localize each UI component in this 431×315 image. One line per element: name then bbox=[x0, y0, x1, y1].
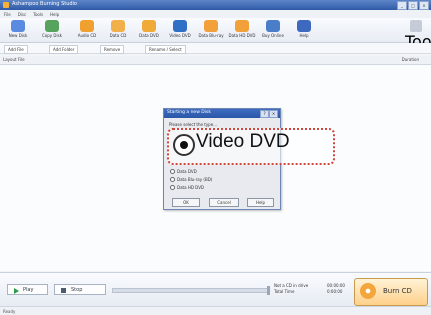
data-cd-icon bbox=[111, 20, 125, 32]
dialog-prompt: Please select the type... bbox=[169, 122, 217, 127]
column-duration[interactable]: Duration bbox=[402, 57, 419, 62]
add-folder-button[interactable]: Add Folder bbox=[49, 45, 79, 54]
play-label: Play bbox=[23, 287, 34, 293]
column-layout-file[interactable]: Layout File bbox=[3, 57, 25, 62]
toolbox-icon bbox=[410, 20, 422, 32]
slider-thumb[interactable] bbox=[267, 286, 270, 295]
tool-data-bluray-label: Data Blu-ray bbox=[198, 33, 224, 38]
total-time-label: Total Time bbox=[274, 289, 295, 294]
tool-new-disk-label: New Disk bbox=[8, 33, 28, 38]
menu-disc[interactable]: Disc bbox=[18, 12, 26, 17]
tool-help-label: Help bbox=[299, 33, 309, 38]
window-controls: _ □ × bbox=[397, 1, 429, 10]
data-dvd-icon bbox=[142, 20, 156, 32]
dialog-close-button[interactable]: × bbox=[269, 110, 278, 118]
menu-file[interactable]: File bbox=[4, 12, 11, 17]
stop-button[interactable]: Stop bbox=[54, 284, 106, 295]
menu-help[interactable]: Help bbox=[50, 12, 59, 17]
data-hd-dvd-icon bbox=[235, 20, 249, 32]
tool-video-dvd[interactable]: Video DVD bbox=[166, 20, 194, 42]
tool-buy-online[interactable]: Buy Online bbox=[259, 20, 287, 42]
tool-data-bluray[interactable]: Data Blu-ray bbox=[197, 20, 225, 42]
tool-data-hd-dvd[interactable]: Data HD DVD bbox=[228, 20, 256, 42]
add-file-button[interactable]: Add File bbox=[4, 45, 28, 54]
audio-cd-icon bbox=[80, 20, 94, 32]
menu-tools[interactable]: Tools bbox=[33, 12, 43, 17]
tool-copy-disk[interactable]: Copy Disk bbox=[38, 20, 66, 42]
dialog-ok-button[interactable]: OK bbox=[172, 198, 200, 207]
copy-disk-icon bbox=[45, 20, 59, 32]
burn-label: Burn CD bbox=[383, 287, 412, 295]
tool-audio-cd-label: Audio CD bbox=[77, 33, 97, 38]
playback-slider[interactable] bbox=[112, 286, 270, 295]
option-data-hd-dvd-label: Data HD DVD bbox=[177, 185, 205, 190]
dialog-help-button[interactable]: Help bbox=[247, 198, 274, 207]
total-time-value: 0:00:00 bbox=[327, 289, 343, 294]
tool-copy-disk-label: Copy Disk bbox=[41, 33, 62, 38]
minimize-button[interactable]: _ bbox=[397, 1, 407, 10]
status-text: Ready bbox=[3, 309, 16, 314]
titlebar: Ashampoo Burning Studio _ □ × bbox=[0, 0, 431, 10]
remove-button[interactable]: Remove bbox=[100, 45, 125, 54]
stop-label: Stop bbox=[71, 287, 83, 293]
play-icon bbox=[14, 288, 19, 294]
tool-new-disk[interactable]: New Disk bbox=[4, 20, 32, 42]
menubar: File Disc Tools Help bbox=[0, 10, 431, 18]
video-dvd-option-label: Video DVD bbox=[196, 131, 290, 152]
tool-data-dvd[interactable]: Data DVD bbox=[135, 20, 163, 42]
status-values: 00:00:00 0:00:00 bbox=[327, 283, 345, 295]
close-button[interactable]: × bbox=[419, 1, 429, 10]
stop-icon bbox=[61, 288, 66, 293]
radio-data-dvd[interactable] bbox=[170, 169, 175, 174]
dialog-help-icon[interactable]: ? bbox=[260, 110, 269, 118]
tool-data-hd-dvd-label: Data HD DVD bbox=[228, 33, 256, 38]
radio-selected-dot bbox=[180, 141, 188, 149]
app-window: Ashampoo Burning Studio _ □ × File Disc … bbox=[0, 0, 431, 315]
toolbar: New Disk Copy Disk Audio CD Data CD Data… bbox=[0, 18, 431, 51]
maximize-button[interactable]: □ bbox=[408, 1, 418, 10]
option-data-dvd-label: Data DVD bbox=[177, 169, 197, 174]
tool-buy-online-label: Buy Online bbox=[262, 33, 284, 38]
dialog-title: Starting a new Disk bbox=[167, 110, 211, 115]
play-button[interactable]: Play bbox=[7, 284, 48, 295]
option-data-dvd[interactable]: Data DVD bbox=[170, 169, 197, 174]
option-data-bluray[interactable]: Data Blu-ray (BD) bbox=[170, 177, 212, 182]
tool-audio-cd[interactable]: Audio CD bbox=[73, 20, 101, 42]
player-bar: Play Stop Not a CD in drive Total Time 0… bbox=[0, 272, 431, 307]
burn-icon bbox=[360, 283, 376, 299]
app-icon bbox=[3, 2, 9, 8]
tool-data-cd[interactable]: Data CD bbox=[104, 20, 132, 42]
window-title: Ashampoo Burning Studio bbox=[12, 1, 77, 7]
tool-data-cd-label: Data CD bbox=[109, 33, 127, 38]
toolbox-button[interactable]: Toolbox bbox=[405, 20, 431, 51]
rename-select-button[interactable]: Rename / Select bbox=[145, 45, 186, 54]
burn-cd-button[interactable]: Burn CD bbox=[354, 278, 428, 306]
column-header: Layout File Duration bbox=[0, 56, 431, 65]
radio-data-hd-dvd[interactable] bbox=[170, 185, 175, 190]
tool-data-dvd-label: Data DVD bbox=[139, 33, 159, 38]
status-labels: Not a CD in drive Total Time bbox=[274, 283, 308, 295]
edit-bar: Add File Add Folder Remove Rename / Sele… bbox=[0, 43, 431, 54]
bottom-statusbar: Ready bbox=[0, 306, 431, 315]
dialog-titlebar: Starting a new Disk ? × bbox=[164, 109, 280, 118]
video-dvd-radio[interactable] bbox=[173, 134, 195, 156]
buy-online-icon bbox=[266, 20, 280, 32]
option-data-hd-dvd[interactable]: Data HD DVD bbox=[170, 185, 204, 190]
tool-video-dvd-label: Video DVD bbox=[169, 33, 191, 38]
new-disk-icon bbox=[11, 20, 25, 32]
data-bluray-icon bbox=[204, 20, 218, 32]
help-icon bbox=[297, 20, 311, 32]
option-data-bluray-label: Data Blu-ray (BD) bbox=[177, 177, 213, 182]
video-dvd-icon bbox=[173, 20, 187, 32]
dialog-cancel-button[interactable]: Cancel bbox=[209, 198, 239, 207]
tool-help[interactable]: Help bbox=[290, 20, 318, 42]
radio-data-bluray[interactable] bbox=[170, 177, 175, 182]
